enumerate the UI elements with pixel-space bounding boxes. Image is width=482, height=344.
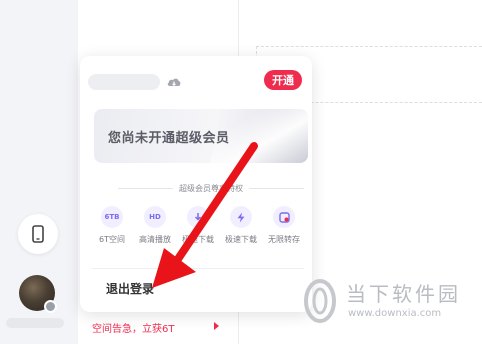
- save-icon: [273, 206, 295, 228]
- perk-item-download[interactable]: 极速下载: [178, 206, 218, 248]
- dashed-drop-zone-top: [256, 46, 482, 47]
- open-vip-button[interactable]: 开通: [264, 70, 302, 90]
- perks-title-line-right: [249, 187, 304, 189]
- vip-banner-text: 您尚未开通超级会员: [108, 131, 230, 146]
- perk-label: 无限转存: [268, 235, 300, 244]
- perk-label: 6T空间: [99, 235, 125, 244]
- watermark-url: www.downxia.com: [348, 308, 442, 319]
- watermark-title: 当下软件园: [346, 282, 461, 306]
- hd-icon: HD: [144, 206, 166, 228]
- chevron-right-icon: [214, 322, 219, 330]
- storage-icon: 6TB: [101, 206, 123, 228]
- perk-item-hd[interactable]: HD 高清播放: [135, 206, 175, 248]
- cloud-icon: [166, 74, 182, 90]
- perk-item-space[interactable]: 6TB 6T空间: [92, 206, 132, 248]
- perks-title: 超级会员尊享特权: [179, 183, 243, 193]
- account-name-blurred: [88, 74, 160, 90]
- lightning-icon: [230, 206, 252, 228]
- username-blurred: [6, 318, 64, 328]
- storage-promo-link[interactable]: 空间告急，立获6T: [92, 320, 174, 335]
- avatar[interactable]: [19, 275, 57, 313]
- phone-icon: [32, 225, 44, 243]
- logout-button[interactable]: 退出登录: [106, 280, 154, 297]
- watermark-logo-icon: [304, 279, 336, 323]
- avatar-badge-icon: [44, 300, 57, 313]
- perk-item-unlimited-save[interactable]: 无限转存: [264, 206, 304, 248]
- perks-list: 6TB 6T空间 HD 高清播放 极速下载 极速下载 无限转存: [92, 206, 304, 248]
- perks-title-line-left: [118, 187, 173, 189]
- perk-label: 极速下载: [225, 235, 257, 244]
- device-button[interactable]: [18, 214, 58, 254]
- account-popover: 开通 您尚未开通超级会员 超级会员尊享特权 6TB 6T空间 HD 高清播放 极…: [80, 56, 312, 312]
- watermark: 当下软件园 www.downxia.com: [302, 276, 482, 336]
- perk-item-fast-download[interactable]: 极速下载: [221, 206, 261, 248]
- download-icon: [187, 206, 209, 228]
- perk-label: 高清播放: [139, 235, 171, 244]
- left-rail: [0, 0, 78, 344]
- perk-label: 极速下载: [182, 235, 214, 244]
- card-divider: [92, 268, 304, 269]
- perks-title-row: 超级会员尊享特权: [118, 182, 304, 194]
- vip-banner[interactable]: 您尚未开通超级会员: [94, 109, 308, 163]
